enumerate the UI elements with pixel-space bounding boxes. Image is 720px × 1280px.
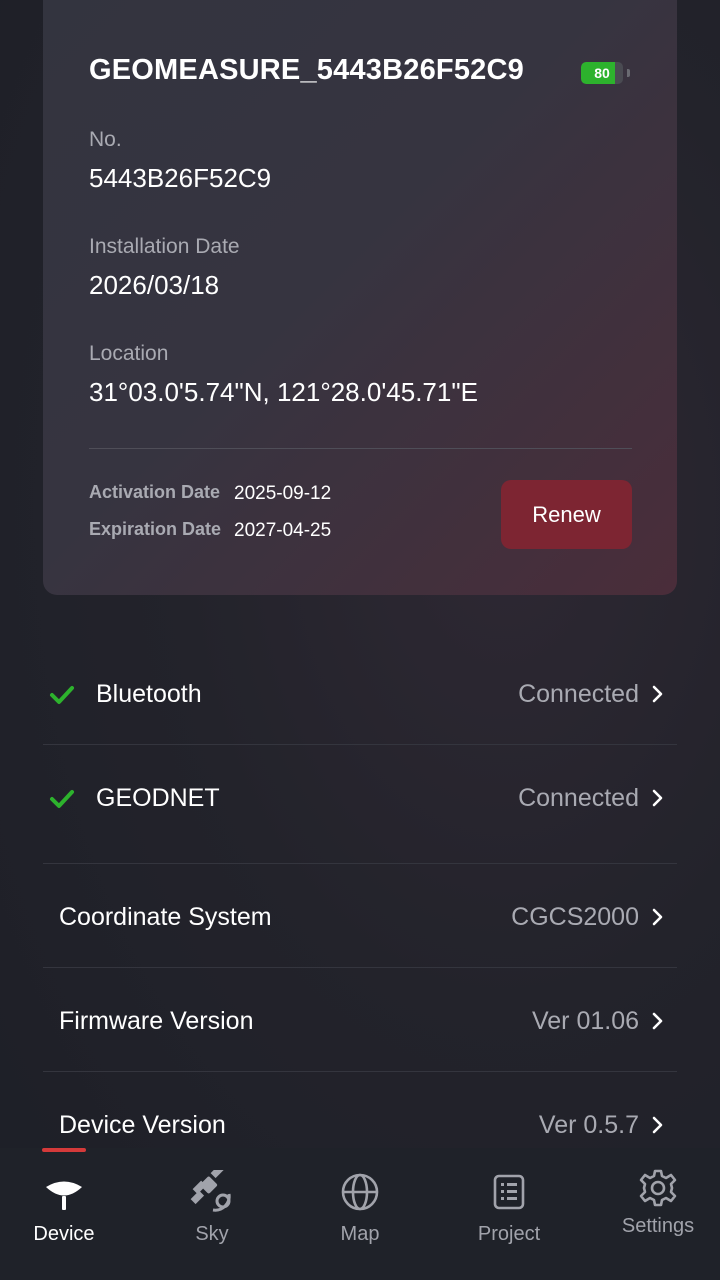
chevron-right-icon: [652, 908, 663, 926]
globe-icon: [341, 1173, 379, 1211]
device-info-card: GEOMEASURE_5443B26F52C9 80 No. 5443B26F5…: [43, 0, 677, 595]
gear-icon: [639, 1169, 677, 1207]
device-name: GEOMEASURE_5443B26F52C9: [89, 54, 524, 86]
bluetooth-title: Bluetooth: [96, 680, 202, 708]
device-version-value: Ver 0.5.7: [538, 1111, 639, 1139]
tab-device-label: Device: [33, 1223, 95, 1245]
tab-project[interactable]: Project: [437, 1148, 581, 1280]
coordinate-system-row[interactable]: Coordinate System CGCS2000: [43, 883, 677, 953]
chevron-right-icon: [652, 789, 663, 807]
renew-button[interactable]: Renew: [501, 480, 632, 549]
firmware-version-row[interactable]: Firmware Version Ver 01.06: [43, 987, 677, 1057]
device-version-row[interactable]: Device Version Ver 0.5.7: [43, 1091, 677, 1147]
installation-date-value: 2026/03/18: [89, 270, 220, 300]
activation-date-value: 2025-09-12: [234, 483, 332, 504]
card-divider: [89, 448, 632, 449]
check-icon: [50, 686, 74, 704]
bluetooth-status: Connected: [518, 680, 639, 708]
tab-map-label: Map: [340, 1223, 380, 1245]
row-divider: [43, 744, 677, 745]
tab-settings-label: Settings: [621, 1215, 695, 1237]
row-divider: [43, 1071, 677, 1072]
row-divider: [43, 967, 677, 968]
chevron-right-icon: [652, 685, 663, 703]
geodnet-row[interactable]: GEODNET Connected: [43, 764, 677, 834]
firmware-version-value: Ver 01.06: [531, 1007, 639, 1035]
tab-map[interactable]: Map: [288, 1148, 432, 1280]
serial-number-label: No.: [89, 128, 122, 151]
expiration-date-label: Expiration Date: [89, 519, 222, 539]
tab-settings[interactable]: Settings: [586, 1148, 720, 1280]
active-tab-indicator: [42, 1148, 86, 1152]
chevron-right-icon: [652, 1116, 663, 1134]
coordinate-system-title: Coordinate System: [59, 903, 272, 931]
tab-sky-label: Sky: [195, 1223, 229, 1245]
installation-date-label: Installation Date: [89, 235, 240, 258]
firmware-version-title: Firmware Version: [59, 1007, 254, 1035]
expiration-date-value: 2027-04-25: [234, 520, 332, 541]
geodnet-status: Connected: [518, 784, 639, 812]
chevron-right-icon: [652, 1012, 663, 1030]
document-list-icon: [493, 1174, 525, 1210]
tab-sky[interactable]: Sky: [140, 1148, 284, 1280]
bluetooth-row[interactable]: Bluetooth Connected: [43, 660, 677, 730]
activation-date-label: Activation Date: [89, 482, 221, 502]
check-icon: [50, 790, 74, 808]
battery-level: 80: [594, 65, 610, 81]
location-value: 31°03.0'5.74"N, 121°28.0'45.71"E: [89, 377, 478, 407]
location-label: Location: [89, 342, 169, 365]
row-divider: [43, 863, 677, 864]
device-version-title: Device Version: [59, 1111, 226, 1139]
battery-indicator: 80: [581, 62, 630, 84]
tab-device[interactable]: Device: [0, 1148, 136, 1280]
tab-project-label: Project: [477, 1223, 541, 1245]
receiver-icon: [46, 1181, 82, 1210]
geodnet-title: GEODNET: [96, 784, 220, 812]
serial-number-value: 5443B26F52C9: [89, 163, 272, 193]
bottom-tab-bar: Device Sky Map Project Settings: [0, 1148, 720, 1280]
coordinate-system-value: CGCS2000: [511, 903, 639, 931]
satellite-icon: [190, 1170, 231, 1212]
